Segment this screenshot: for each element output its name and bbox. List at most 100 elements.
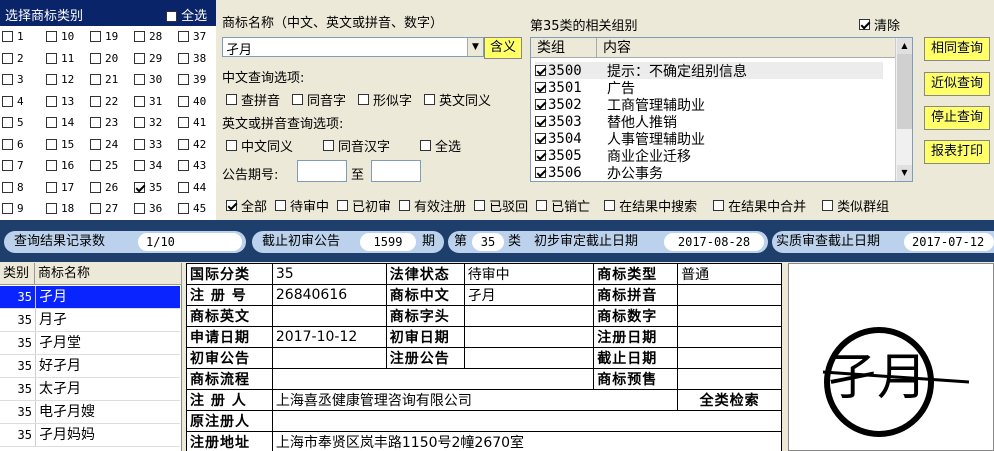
select-all-classes[interactable]: 全选 (166, 5, 207, 24)
class-checkbox[interactable] (46, 95, 57, 107)
result-row[interactable]: 35 好孑月 (0, 355, 180, 378)
class-checkbox[interactable] (46, 181, 57, 193)
class-option[interactable]: 11 (44, 48, 88, 70)
class-option[interactable]: 32 (132, 112, 176, 134)
class-checkbox[interactable] (46, 117, 57, 129)
group-checkbox[interactable] (535, 65, 546, 76)
issue-from-input[interactable] (297, 160, 347, 182)
class-checkbox[interactable] (2, 74, 13, 86)
class-checkbox[interactable] (90, 31, 101, 43)
process-value[interactable] (271, 368, 595, 390)
class-checkbox[interactable] (134, 74, 145, 86)
class-checkbox[interactable] (90, 52, 101, 64)
class-checkbox[interactable] (2, 160, 13, 172)
filter-option[interactable]: 在结果中搜索 (604, 196, 697, 215)
class-option[interactable]: 22 (88, 91, 132, 113)
class-checkbox[interactable] (178, 52, 189, 64)
col-class[interactable]: 类别 (0, 263, 35, 284)
class-option[interactable]: 13 (44, 91, 88, 113)
group-checkbox[interactable] (535, 150, 546, 161)
same-query-button[interactable]: 相同查询 (924, 37, 990, 61)
class-checkbox[interactable] (178, 138, 189, 150)
class-checkbox[interactable] (178, 160, 189, 172)
group-checkbox[interactable] (535, 167, 546, 178)
class-option[interactable]: 38 (176, 48, 220, 70)
cn-option-checkbox[interactable] (226, 94, 237, 105)
filter-checkbox[interactable] (474, 199, 486, 211)
scroll-down-icon[interactable]: ▼ (897, 165, 912, 181)
class-option[interactable]: 39 (176, 69, 220, 91)
result-row[interactable]: 35 电孑月嫂 (0, 401, 180, 424)
result-row[interactable]: 35 太孑月 (0, 378, 180, 401)
class-checkbox[interactable] (178, 117, 189, 129)
class-option[interactable]: 23 (88, 112, 132, 134)
class-option[interactable]: 16 (44, 155, 88, 177)
group-row[interactable]: 3500 提示：不确定组别信息 (535, 62, 883, 80)
class-option[interactable]: 24 (88, 134, 132, 156)
cn-option[interactable]: 查拼音 (226, 90, 280, 109)
class-option[interactable]: 41 (176, 112, 220, 134)
class-option[interactable]: 26 (88, 177, 132, 199)
clear-groups[interactable]: 清除 (859, 15, 900, 34)
class-option[interactable]: 2 (0, 48, 44, 70)
class-option[interactable]: 18 (44, 198, 88, 220)
group-row[interactable]: 3501 广告 (535, 79, 635, 97)
class-option[interactable]: 17 (44, 177, 88, 199)
cn-option-checkbox[interactable] (292, 94, 304, 105)
class-checkbox[interactable] (178, 31, 189, 43)
class-checkbox[interactable] (90, 95, 101, 107)
class-option[interactable]: 12 (44, 69, 88, 91)
col-group[interactable]: 类组 (531, 38, 597, 57)
col-content[interactable]: 内容 (597, 38, 897, 57)
class-option[interactable]: 6 (0, 134, 44, 156)
en-option[interactable]: 中文同义 (226, 136, 293, 155)
class-option[interactable]: 21 (88, 69, 132, 91)
filter-checkbox[interactable] (604, 199, 616, 211)
class-checkbox[interactable] (90, 203, 101, 215)
scroll-up-icon[interactable]: ▲ (897, 38, 912, 54)
cn-option[interactable]: 同音字 (292, 90, 346, 109)
class-option[interactable]: 9 (0, 198, 44, 220)
class-checkbox[interactable] (2, 181, 13, 193)
class-checkbox[interactable] (2, 203, 13, 215)
en-option-checkbox[interactable] (323, 140, 335, 151)
filter-option[interactable]: 已驳回 (474, 196, 528, 215)
class-checkbox[interactable] (2, 117, 13, 129)
class-option[interactable]: 40 (176, 91, 220, 113)
class-option[interactable]: 42 (176, 134, 220, 156)
group-checkbox[interactable] (535, 99, 546, 110)
col-name[interactable]: 商标名称 (35, 263, 182, 284)
cn-option-checkbox[interactable] (424, 94, 436, 105)
group-checkbox[interactable] (535, 82, 546, 93)
results-list[interactable]: 类别 商标名称 35 孑月 35 月孑 35 孑月堂 35 好孑月 35 太孑月 35 电孑月嫂 35 孑… (0, 263, 182, 451)
group-scrollbar[interactable]: ▲ ▼ (895, 38, 912, 181)
class-option[interactable]: 45 (176, 198, 220, 220)
class-option[interactable]: 3 (0, 69, 44, 91)
class-checkbox[interactable] (134, 203, 145, 215)
class-checkbox[interactable] (134, 138, 145, 150)
filter-option[interactable]: 全部 (226, 196, 267, 215)
filter-option[interactable]: 类似群组 (822, 196, 889, 215)
class-option[interactable]: 10 (44, 26, 88, 48)
class-option[interactable]: 20 (88, 48, 132, 70)
class-checkbox[interactable] (178, 181, 189, 193)
filter-option[interactable]: 已初审 (337, 196, 391, 215)
filter-checkbox[interactable] (226, 199, 237, 211)
filter-checkbox[interactable] (822, 199, 834, 211)
class-option[interactable]: 31 (132, 91, 176, 113)
class-option[interactable]: 4 (0, 91, 44, 113)
class-checkbox[interactable] (178, 74, 189, 86)
filter-checkbox[interactable] (275, 199, 287, 211)
class-checkbox[interactable] (46, 160, 57, 172)
result-row[interactable]: 35 孑月妈妈 (0, 424, 180, 447)
issue-to-input[interactable] (371, 160, 421, 182)
similar-query-button[interactable]: 近似查询 (924, 72, 990, 96)
filter-option[interactable]: 有效注册 (399, 196, 466, 215)
print-report-button[interactable]: 报表打印 (924, 140, 990, 164)
result-row[interactable]: 35 孑月 (0, 286, 180, 309)
class-option[interactable]: 28 (132, 26, 176, 48)
class-option[interactable]: 19 (88, 26, 132, 48)
stop-query-button[interactable]: 停止查询 (924, 106, 990, 130)
en-option[interactable]: 同音汉字 (323, 136, 390, 155)
en-option-checkbox[interactable] (226, 140, 237, 151)
